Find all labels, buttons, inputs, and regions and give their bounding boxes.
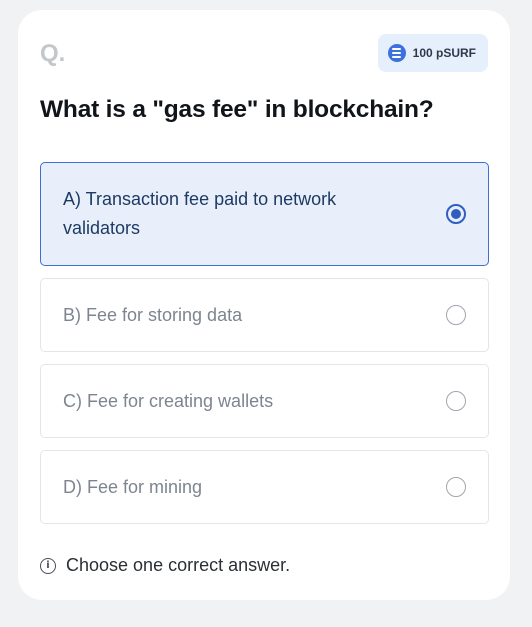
reward-badge: 100 pSURF [377, 34, 488, 72]
coin-icon [387, 44, 406, 62]
instruction-hint: i Choose one correct answer. [40, 555, 290, 576]
question-title: What is a "gas fee" in blockchain? [40, 96, 434, 123]
radio-unselected-icon[interactable] [446, 305, 466, 325]
option-d[interactable]: D) Fee for mining [40, 450, 489, 524]
quiz-card: Q. 100 pSURF What is a "gas fee" in bloc… [18, 10, 510, 600]
info-icon: i [40, 557, 56, 574]
option-a-label: A) Transaction fee paid to network valid… [63, 189, 337, 238]
radio-selected-icon[interactable] [446, 204, 466, 224]
reward-amount: 100 pSURF [412, 46, 476, 60]
option-a[interactable]: A) Transaction fee paid to network valid… [40, 162, 489, 266]
option-c[interactable]: C) Fee for creating wallets [40, 364, 489, 438]
radio-unselected-icon[interactable] [446, 391, 466, 411]
hint-text: Choose one correct answer. [66, 555, 291, 575]
option-c-label: C) Fee for creating wallets [63, 390, 274, 411]
option-b[interactable]: B) Fee for storing data [40, 278, 489, 352]
question-label: Q. [40, 40, 66, 67]
option-d-label: D) Fee for mining [63, 476, 203, 497]
answer-options: A) Transaction fee paid to network valid… [40, 162, 489, 524]
radio-unselected-icon[interactable] [446, 477, 466, 497]
radio-dot [451, 209, 461, 219]
option-b-label: B) Fee for storing data [63, 304, 243, 325]
